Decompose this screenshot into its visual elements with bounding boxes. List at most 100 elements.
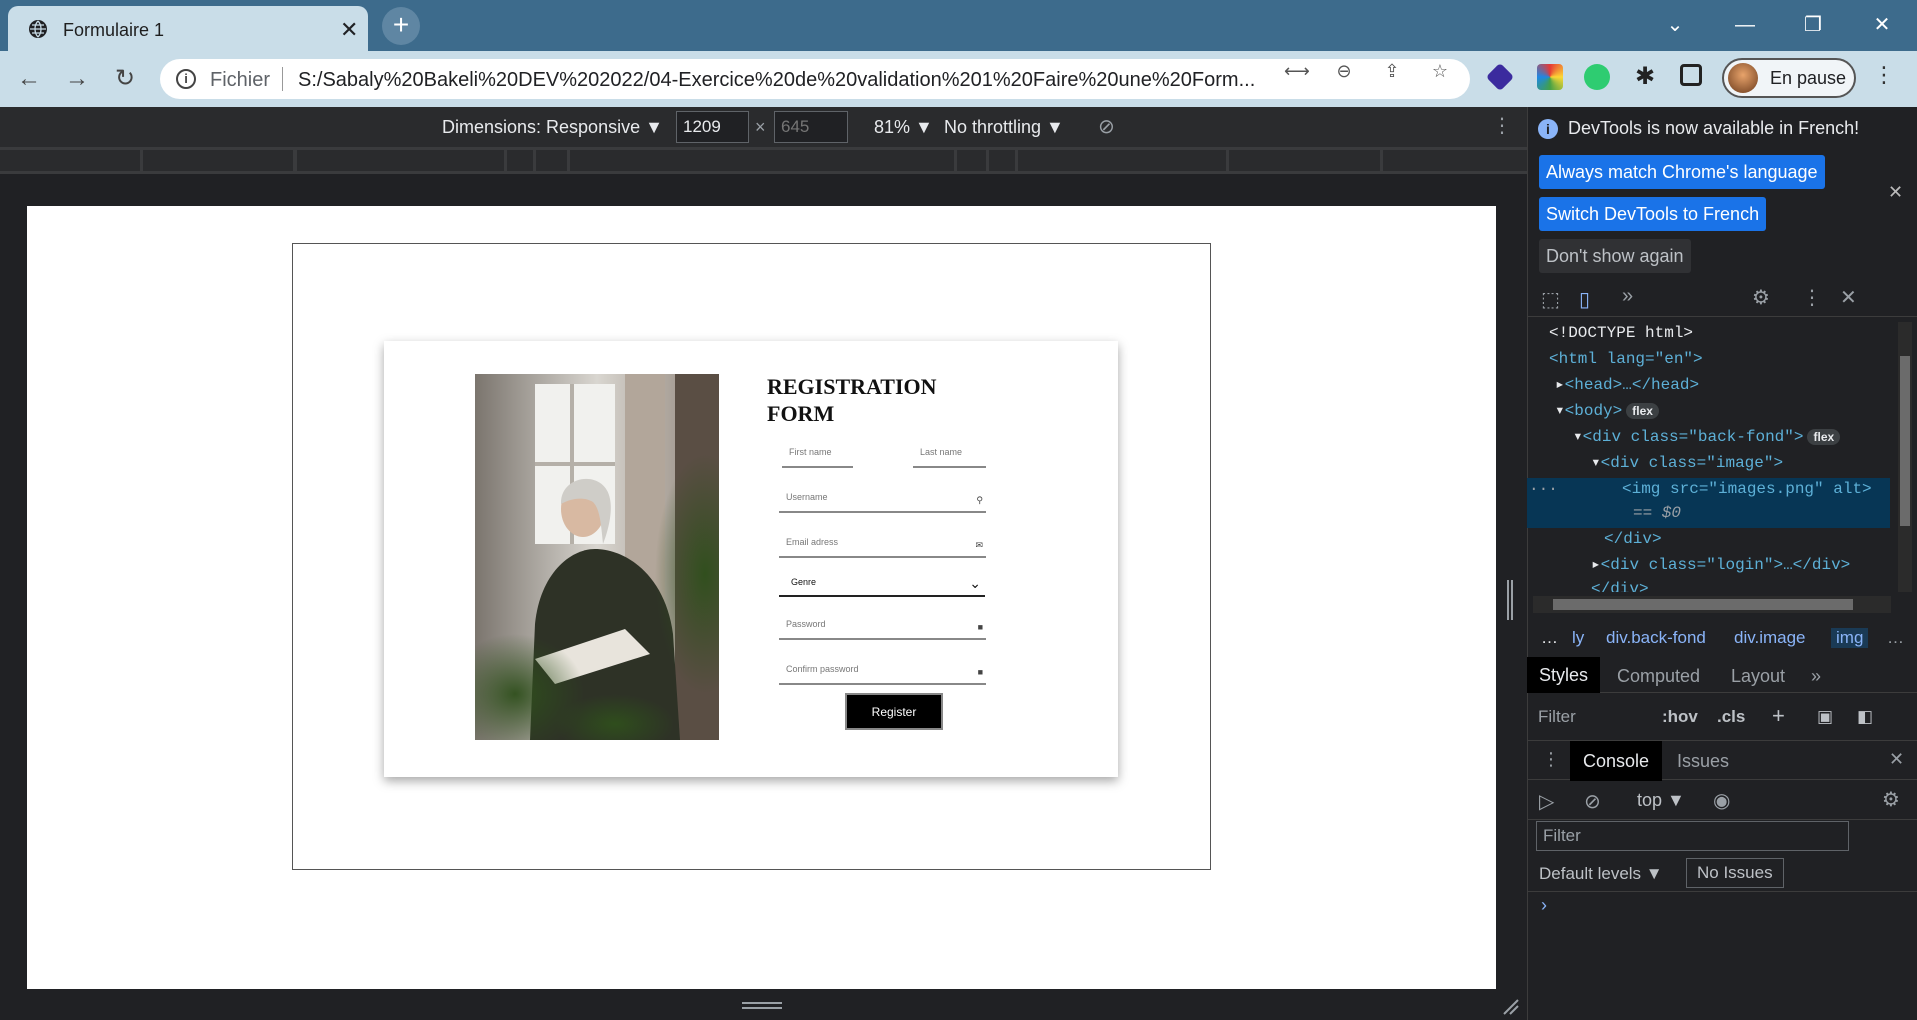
last-name-input[interactable]: Last name xyxy=(913,446,986,468)
breadcrumb-body[interactable]: ly xyxy=(1572,628,1584,648)
device-more-icon[interactable]: ⋮ xyxy=(1492,113,1512,138)
dom-div-close[interactable]: </div> xyxy=(1604,527,1662,551)
password-input[interactable]: Password ■ xyxy=(779,618,986,640)
console-prompt[interactable]: › xyxy=(1541,895,1547,916)
styles-filter-input[interactable]: Filter xyxy=(1538,707,1576,727)
breadcrumb-ellipsis[interactable]: … xyxy=(1541,628,1558,648)
dom-div-close-cut[interactable]: </div> xyxy=(1591,577,1649,592)
flex-badge[interactable]: flex xyxy=(1626,403,1659,419)
console-settings-icon[interactable]: ⚙ xyxy=(1882,787,1900,812)
browser-menu-icon[interactable]: ⋮ xyxy=(1873,62,1895,88)
cls-button[interactable]: .cls xyxy=(1717,707,1745,727)
extension-green-icon[interactable] xyxy=(1584,64,1610,90)
address-bar[interactable]: i Fichier S:/Sabaly%20Bakeli%20DEV%20202… xyxy=(160,59,1470,99)
viewport-width-input[interactable] xyxy=(676,111,749,143)
tab-issues[interactable]: Issues xyxy=(1677,751,1729,772)
more-panels-icon[interactable]: » xyxy=(1622,285,1633,308)
dom-img[interactable]: <img src="images.png" alt> xyxy=(1622,477,1872,501)
email-input[interactable]: Email adress ✉ xyxy=(779,536,986,558)
flex-badge[interactable]: flex xyxy=(1807,429,1841,445)
throttling-dropdown[interactable]: No throttling ▼ xyxy=(944,117,1064,138)
elements-vertical-scrollbar[interactable] xyxy=(1898,322,1912,592)
dom-div-login[interactable]: ▸<div class="login">…</div> xyxy=(1591,553,1850,577)
drawer-close-icon[interactable]: ✕ xyxy=(1889,749,1904,770)
minimize-icon[interactable]: — xyxy=(1725,10,1765,40)
profile-button[interactable]: En pause xyxy=(1722,58,1856,98)
window-close-icon[interactable]: ✕ xyxy=(1862,10,1902,40)
elements-horizontal-scrollbar[interactable] xyxy=(1533,596,1891,613)
dom-head[interactable]: ▸<head>…</head> xyxy=(1555,373,1699,397)
banner-close-icon[interactable]: ✕ xyxy=(1888,182,1903,203)
viewport-corner-grip[interactable] xyxy=(1500,996,1520,1016)
sidebar-icon[interactable]: ▷ xyxy=(1539,789,1554,814)
dom-node-ellipsis[interactable]: ··· xyxy=(1529,477,1558,501)
genre-select[interactable]: Genre ⌄ xyxy=(779,573,985,597)
clear-console-icon[interactable]: ⊘ xyxy=(1584,789,1601,814)
dom-doctype[interactable]: <!DOCTYPE html> xyxy=(1549,321,1693,345)
hov-button[interactable]: :hov xyxy=(1662,707,1698,727)
dom-html[interactable]: <html lang="en"> xyxy=(1549,347,1703,371)
register-button[interactable]: Register xyxy=(845,693,943,730)
default-levels-dropdown[interactable]: Default levels ▼ xyxy=(1539,864,1663,884)
dom-div-back-fond[interactable]: ▾<div class="back-fond"> flex xyxy=(1573,425,1841,449)
restore-icon[interactable]: ❐ xyxy=(1793,10,1833,40)
always-match-language-button[interactable]: Always match Chrome's language xyxy=(1539,155,1825,189)
first-name-input[interactable]: First name xyxy=(782,446,853,468)
dimensions-dropdown[interactable]: Dimensions: Responsive ▼ xyxy=(442,117,663,138)
add-rule-icon[interactable]: + xyxy=(1772,703,1785,729)
star-icon[interactable]: ☆ xyxy=(1428,61,1452,83)
reload-icon[interactable]: ↻ xyxy=(110,64,140,94)
email-placeholder: Email adress xyxy=(786,537,839,547)
translate-icon[interactable]: ⟷ xyxy=(1284,61,1310,83)
breadcrumb-img[interactable]: img xyxy=(1831,628,1869,648)
viewport-height-input[interactable] xyxy=(774,111,848,143)
dont-show-again-button[interactable]: Don't show again xyxy=(1539,239,1691,273)
devtools-menu-icon[interactable]: ⋮ xyxy=(1802,285,1822,310)
inspect-element-icon[interactable]: ⬚ xyxy=(1541,287,1560,312)
info-icon[interactable]: i xyxy=(176,69,196,89)
tab-computed[interactable]: Computed xyxy=(1617,666,1700,687)
times-sign: × xyxy=(755,117,766,137)
chevron-down-icon[interactable]: ⌄ xyxy=(1655,10,1695,40)
confirm-password-input[interactable]: Confirm password ■ xyxy=(779,663,986,685)
paint-icon[interactable]: ▣ xyxy=(1817,707,1833,727)
zoom-out-icon[interactable]: ⊖ xyxy=(1332,61,1356,83)
breadcrumb-back-fond[interactable]: div.back-fond xyxy=(1606,628,1706,648)
rotate-icon[interactable]: ⊘ xyxy=(1098,114,1115,139)
share-icon[interactable]: ⇪ xyxy=(1380,61,1404,83)
lock-icon: ■ xyxy=(977,622,983,632)
context-dropdown[interactable]: top ▼ xyxy=(1637,790,1685,811)
dom-div-image[interactable]: ▾<div class="image"> xyxy=(1591,451,1783,475)
back-arrow-icon[interactable]: ← xyxy=(14,64,44,94)
tab-more[interactable]: » xyxy=(1811,666,1821,687)
breadcrumb-more[interactable]: … xyxy=(1887,628,1904,648)
new-tab-button[interactable]: + xyxy=(382,7,420,45)
tab-console[interactable]: Console xyxy=(1570,741,1663,781)
viewport-resize-handle[interactable] xyxy=(1506,580,1514,620)
dom-body[interactable]: ▾<body> flex xyxy=(1555,399,1659,423)
gear-icon[interactable]: ⚙ xyxy=(1752,285,1770,310)
media-query-ruler[interactable] xyxy=(0,147,1527,174)
extension-color-icon[interactable] xyxy=(1537,64,1563,90)
switch-to-french-button[interactable]: Switch DevTools to French xyxy=(1539,197,1767,231)
console-filter-input[interactable]: Filter xyxy=(1536,821,1849,851)
breadcrumb-image[interactable]: div.image xyxy=(1734,628,1806,648)
viewport-bottom-grip[interactable] xyxy=(742,1000,782,1012)
url-text[interactable]: S:/Sabaly%20Bakeli%20DEV%202022/04-Exerc… xyxy=(298,69,1418,92)
extensions-puzzle-icon[interactable]: ✱ xyxy=(1632,64,1658,90)
tab-layout[interactable]: Layout xyxy=(1731,666,1785,687)
browser-tab[interactable]: Formulaire 1 ✕ xyxy=(8,6,368,51)
zoom-dropdown[interactable]: 81% ▼ xyxy=(874,117,933,138)
browser-titlebar: Formulaire 1 ✕ + ⌄ — ❐ ✕ xyxy=(0,0,1917,51)
drawer-menu-icon[interactable]: ⋮ xyxy=(1542,749,1560,770)
username-input[interactable]: Username ⚲ xyxy=(779,491,986,513)
tab-close-icon[interactable]: ✕ xyxy=(340,17,358,43)
forward-arrow-icon[interactable]: → xyxy=(62,64,92,94)
device-toggle-icon[interactable]: ▯ xyxy=(1579,287,1590,312)
side-panel-icon[interactable] xyxy=(1680,64,1702,86)
devtools-close-icon[interactable]: ✕ xyxy=(1840,285,1857,310)
tab-styles[interactable]: Styles xyxy=(1527,657,1601,693)
no-issues-button[interactable]: No Issues xyxy=(1686,858,1784,888)
sidebar-toggle-icon[interactable]: ◧ xyxy=(1857,707,1873,727)
eye-icon[interactable]: ◉ xyxy=(1713,788,1730,813)
